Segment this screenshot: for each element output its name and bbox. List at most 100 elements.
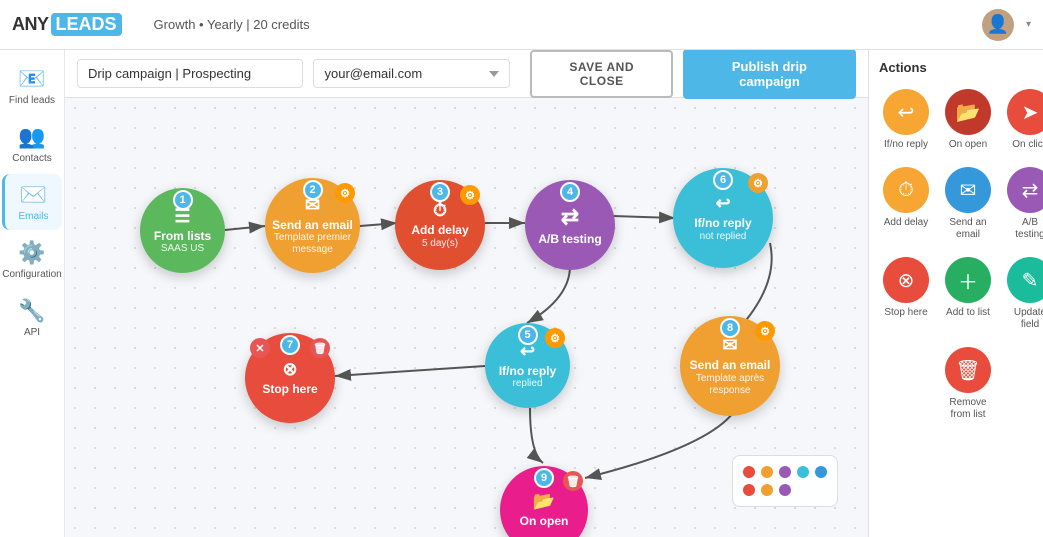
sidebar-item-configuration[interactable]: ⚙️ Configuration xyxy=(2,232,62,288)
node-send-email-2[interactable]: 2 ⚙ ✉ Send an email Template premier mes… xyxy=(265,178,360,273)
sidebar-label-contacts: Contacts xyxy=(12,153,51,164)
legend-row-1 xyxy=(743,466,827,478)
node-from-lists[interactable]: 1 ☰ From lists SAAS US xyxy=(140,188,225,273)
node-ifno-reply-6[interactable]: 6 ⚙ ↩ If/no reply not replied xyxy=(673,168,773,268)
send-email-icon: ✉ xyxy=(945,167,991,213)
action-send-email[interactable]: ✉ Send an email xyxy=(941,163,995,245)
on-open-label: On open xyxy=(949,139,987,151)
node-on-open[interactable]: 9 🗑 📂 On open xyxy=(500,466,588,537)
node-delete-gear-9[interactable]: 🗑 xyxy=(563,471,583,491)
node-stop-here[interactable]: 7 🗑 ✕ ⊗ Stop here xyxy=(245,333,335,423)
legend-dot-blue xyxy=(815,466,827,478)
publish-button[interactable]: Publish drip campaign xyxy=(683,50,856,99)
legend-dot-orange xyxy=(761,466,773,478)
if-no-reply-icon: ↩ xyxy=(883,89,929,135)
sidebar-item-find-leads[interactable]: 📧 Find leads xyxy=(2,58,62,114)
action-remove-from-list[interactable]: 🗑 Remove from list xyxy=(941,343,995,425)
stop-here-label: Stop here xyxy=(884,307,927,319)
add-delay-label: Add delay xyxy=(884,217,928,229)
save-close-button[interactable]: SAVE AND CLOSE xyxy=(530,50,672,98)
canvas: 1 ☰ From lists SAAS US 2 ⚙ ✉ Send an ema… xyxy=(65,98,868,537)
legend-dot-teal xyxy=(797,466,809,478)
remove-from-list-label: Remove from list xyxy=(945,397,991,421)
sidebar-item-emails[interactable]: ✉️ Emails xyxy=(2,174,62,230)
add-delay-icon: ⏱ xyxy=(883,167,929,213)
contacts-icon: 👥 xyxy=(18,124,45,150)
node-delete-gear-7[interactable]: 🗑 xyxy=(310,338,330,358)
logo: ANY LEADS xyxy=(12,13,122,36)
node-badge-7: 7 xyxy=(280,335,300,355)
top-nav: ANY LEADS Growth • Yearly | 20 credits 👤… xyxy=(0,0,1043,50)
remove-from-list-icon: 🗑 xyxy=(945,347,991,393)
sidebar-label-emails: Emails xyxy=(18,211,48,222)
find-leads-icon: 📧 xyxy=(18,66,45,92)
emails-icon: ✉️ xyxy=(20,182,47,208)
ab-testing-icon: ⇄ xyxy=(1007,167,1043,213)
logo-leads: LEADS xyxy=(51,13,122,36)
legend-row-2 xyxy=(743,484,827,496)
action-if-no-reply[interactable]: ↩ If/no reply xyxy=(879,85,933,155)
action-stop-here[interactable]: ⊗ Stop here xyxy=(879,253,933,335)
node-badge-5: 5 xyxy=(518,325,538,345)
main-area: your@email.com SAVE AND CLOSE Publish dr… xyxy=(65,50,868,537)
node-gear-5[interactable]: ⚙ xyxy=(545,328,565,348)
legend-dot-purple xyxy=(779,466,791,478)
update-field-icon: ✎ xyxy=(1007,257,1043,303)
node-badge-1: 1 xyxy=(173,190,193,210)
node-badge-4: 4 xyxy=(560,182,580,202)
if-no-reply-label: If/no reply xyxy=(884,139,928,151)
node-send-email-8[interactable]: 8 ⚙ ✉ Send an email Template après respo… xyxy=(680,316,780,416)
action-add-delay[interactable]: ⏱ Add delay xyxy=(879,163,933,245)
avatar-chevron: ▾ xyxy=(1026,19,1031,30)
sidebar: 📧 Find leads 👥 Contacts ✉️ Emails ⚙️ Con… xyxy=(0,50,65,537)
node-gear-8[interactable]: ⚙ xyxy=(755,321,775,341)
right-panel: Actions ↩ If/no reply 📂 On open ➤ On cli… xyxy=(868,50,1043,537)
node-badge-3: 3 xyxy=(430,182,450,202)
sidebar-label-configuration: Configuration xyxy=(2,269,61,280)
sidebar-label-find-leads: Find leads xyxy=(9,95,55,106)
stop-here-icon: ⊗ xyxy=(883,257,929,303)
legend-dot-red xyxy=(743,466,755,478)
legend-area xyxy=(732,455,838,507)
configuration-icon: ⚙️ xyxy=(18,240,45,266)
legend-dot-orange2 xyxy=(761,484,773,496)
node-badge-6: 6 xyxy=(713,170,733,190)
node-gear-3[interactable]: ⚙ xyxy=(460,185,480,205)
plan-info: Growth • Yearly | 20 credits xyxy=(154,17,310,32)
on-open-icon: 📂 xyxy=(945,89,991,135)
node-badge-8: 8 xyxy=(720,318,740,338)
on-click-label: On click xyxy=(1012,139,1043,151)
node-x-7[interactable]: ✕ xyxy=(250,338,270,358)
action-add-to-list[interactable]: ＋ Add to list xyxy=(941,253,995,335)
add-to-list-label: Add to list xyxy=(946,307,990,319)
actions-grid: ↩ If/no reply 📂 On open ➤ On click ⏱ Add… xyxy=(879,85,1033,425)
legend-dot-purple2 xyxy=(779,484,791,496)
action-update-field[interactable]: ✎ Update field xyxy=(1003,253,1043,335)
legend-dot-red2 xyxy=(743,484,755,496)
on-click-icon: ➤ xyxy=(1007,89,1043,135)
node-ifno-reply-5[interactable]: 5 ⚙ ↩ If/no reply replied xyxy=(485,323,570,408)
panel-title: Actions xyxy=(879,60,1033,75)
avatar[interactable]: 👤 xyxy=(982,9,1014,41)
send-email-label: Send an email xyxy=(945,217,991,241)
update-field-label: Update field xyxy=(1007,307,1043,331)
node-gear-2[interactable]: ⚙ xyxy=(335,183,355,203)
email-select[interactable]: your@email.com xyxy=(313,59,510,88)
sidebar-item-contacts[interactable]: 👥 Contacts xyxy=(2,116,62,172)
action-ab-testing[interactable]: ⇄ A/B testing xyxy=(1003,163,1043,245)
node-badge-9: 9 xyxy=(534,468,554,488)
node-gear-6[interactable]: ⚙ xyxy=(748,173,768,193)
node-add-delay[interactable]: 3 ⚙ ⏱ Add delay 5 day(s) xyxy=(395,180,485,270)
logo-any: ANY xyxy=(12,14,49,35)
node-ab-testing[interactable]: 4 ⇄ A/B testing xyxy=(525,180,615,270)
toolbar: your@email.com SAVE AND CLOSE Publish dr… xyxy=(65,50,868,98)
add-to-list-icon: ＋ xyxy=(945,257,991,303)
sidebar-label-api: API xyxy=(24,327,40,338)
action-on-click[interactable]: ➤ On click xyxy=(1003,85,1043,155)
sidebar-item-api[interactable]: 🔧 API xyxy=(2,290,62,346)
node-badge-2: 2 xyxy=(303,180,323,200)
ab-testing-label: A/B testing xyxy=(1007,217,1043,241)
campaign-name-input[interactable] xyxy=(77,59,303,88)
api-icon: 🔧 xyxy=(18,298,45,324)
action-on-open[interactable]: 📂 On open xyxy=(941,85,995,155)
